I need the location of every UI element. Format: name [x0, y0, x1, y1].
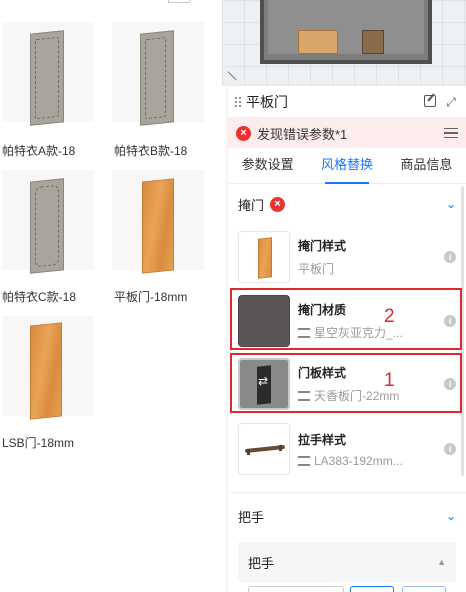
list-icon[interactable]	[444, 127, 458, 139]
section-title: 把手	[238, 509, 265, 525]
error-text: 发现错误参数*1	[257, 126, 348, 142]
catalog-item[interactable]	[2, 22, 102, 126]
catalog-thumb	[112, 170, 204, 274]
panel-header: 平板门 ⤢	[228, 86, 466, 118]
error-banner[interactable]: × 发现错误参数*1	[228, 118, 466, 148]
catalog-item[interactable]	[2, 170, 102, 274]
edit-icon[interactable]	[424, 94, 438, 109]
catalog-item-label: LSB门-18mm	[2, 436, 75, 450]
option-handle-style[interactable]: 拉手样式 LA383-192mm... i	[238, 420, 456, 478]
chevron-down-icon[interactable]: ⌄	[446, 509, 456, 523]
tab-product-info[interactable]: 商品信息	[387, 148, 466, 183]
info-icon[interactable]: i	[444, 443, 456, 455]
chevron-down-icon[interactable]: ⌄	[446, 197, 456, 211]
catalog-item[interactable]	[112, 22, 212, 126]
error-icon: ×	[236, 125, 251, 141]
caret-up-icon[interactable]: ▲	[437, 557, 446, 567]
expand-icon[interactable]: ⤢	[444, 95, 458, 109]
catalog-thumb	[2, 22, 94, 126]
handle-control[interactable]	[350, 586, 394, 592]
material-icon	[298, 455, 310, 466]
catalog-thumb	[2, 170, 94, 274]
catalog-item-label: 平板门-18mm	[114, 290, 188, 304]
product-catalog: 帕特衣A款-18 帕特衣B款-18 帕特衣C款-18 平板门-18mm LSB门…	[0, 0, 222, 592]
option-value: LA383-192mm...	[314, 453, 403, 468]
catalog-item[interactable]	[112, 170, 212, 274]
subsection-title: 把手	[248, 555, 275, 571]
option-thumb	[238, 423, 290, 475]
section-handle-header[interactable]: 把手 ⌄	[228, 498, 466, 534]
door-image	[140, 30, 174, 126]
info-icon[interactable]: i	[444, 251, 456, 263]
catalog-item-label: 帕特衣B款-18	[114, 144, 188, 158]
section-door-header[interactable]: 掩门 × ⌄	[228, 186, 466, 222]
door-image	[30, 322, 62, 420]
catalog-thumb	[2, 316, 94, 420]
door-image	[30, 30, 64, 126]
catalog-item-label: 帕特衣C款-18	[2, 290, 77, 304]
panel-title: 平板门	[246, 93, 288, 110]
door-image	[30, 178, 64, 274]
option-name: 掩门样式	[298, 239, 347, 253]
catalog-item-label: 帕特衣A款-18	[2, 144, 76, 158]
drawer-model	[362, 30, 384, 54]
section-divider	[228, 492, 466, 493]
scene-viewport[interactable]	[222, 0, 466, 86]
tab-params[interactable]: 参数设置	[228, 148, 307, 183]
catalog-thumb	[112, 22, 204, 126]
option-door-style[interactable]: 掩门样式 平板门 i	[238, 228, 456, 286]
handle-control[interactable]	[248, 586, 344, 592]
tab-bar: 参数设置 风格替换 商品信息	[228, 148, 466, 184]
cabinet-model[interactable]	[260, 0, 432, 64]
drawer-model	[298, 30, 338, 54]
option-name: 拉手样式	[298, 432, 347, 447]
drag-handle-icon[interactable]	[234, 95, 242, 108]
highlight-box	[230, 353, 462, 413]
error-icon: ×	[270, 196, 286, 212]
handle-subsection[interactable]: 把手 ▲	[238, 542, 456, 582]
annotation-number: 2	[384, 306, 395, 327]
catalog-item[interactable]	[2, 316, 102, 420]
scene-marker	[227, 63, 245, 81]
item-frame-edge	[168, 0, 190, 3]
door-image	[142, 178, 174, 274]
option-value: 平板门	[298, 262, 335, 276]
section-title: 掩门	[238, 197, 265, 213]
handle-control[interactable]	[402, 586, 446, 592]
annotation-number: 1	[384, 370, 395, 391]
option-thumb	[238, 231, 290, 283]
tab-style-replace[interactable]: 风格替换	[307, 148, 386, 184]
highlight-box	[230, 288, 462, 350]
